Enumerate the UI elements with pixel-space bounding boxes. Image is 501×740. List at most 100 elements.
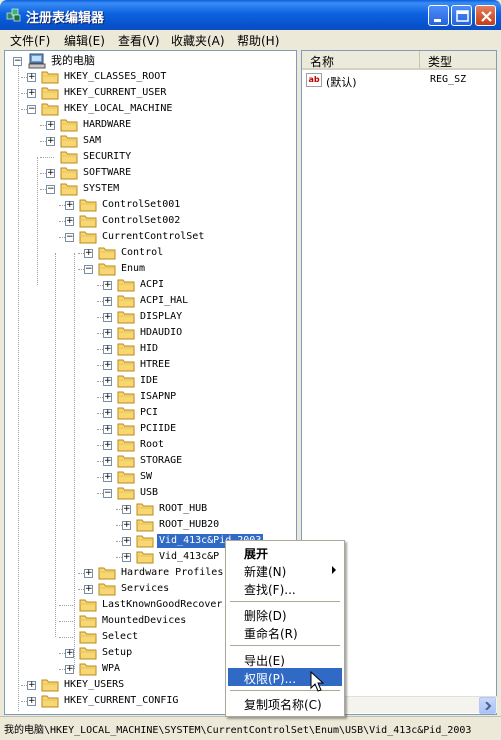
expand-icon[interactable]: + [27,73,36,82]
expand-icon[interactable]: + [122,505,131,514]
tree-node[interactable]: SECURITY [5,149,295,165]
expand-icon[interactable]: + [103,377,112,386]
tree-node-label[interactable]: MountedDevices [100,614,188,628]
tree-node[interactable]: + Root [5,437,295,453]
expand-icon[interactable]: + [27,89,36,98]
menu-help[interactable]: 帮助(H) [237,32,279,49]
expand-icon[interactable]: + [103,473,112,482]
tree-node[interactable]: − USB [5,485,295,501]
expand-icon[interactable]: + [103,313,112,322]
tree-node[interactable]: + HKEY_CLASSES_ROOT [5,69,295,85]
tree-node[interactable]: + DISPLAY [5,309,295,325]
expand-icon[interactable]: + [122,553,131,562]
expand-icon[interactable]: + [65,665,74,674]
value-row[interactable]: ab (默认) REG_SZ [306,72,496,90]
tree-node-label[interactable]: HKEY_CURRENT_USER [62,86,168,100]
tree-node[interactable]: + SOFTWARE [5,165,295,181]
scroll-right-button[interactable] [479,697,496,714]
expand-icon[interactable]: + [65,217,74,226]
expand-icon[interactable]: + [65,201,74,210]
tree-node[interactable]: − HKEY_LOCAL_MACHINE [5,101,295,117]
tree-node-label[interactable]: HKEY_CURRENT_CONFIG [62,694,180,708]
collapse-icon[interactable]: − [65,233,74,242]
tree-node-label[interactable]: ACPI [138,278,166,292]
tree-node-label[interactable]: PCI [138,406,160,420]
expand-icon[interactable]: + [46,169,55,178]
tree-node[interactable]: + ISAPNP [5,389,295,405]
tree-node[interactable]: + ControlSet002 [5,213,295,229]
collapse-icon[interactable]: − [84,265,93,274]
tree-node[interactable]: + SAM [5,133,295,149]
tree-node-label[interactable]: ROOT_HUB [157,502,209,516]
tree-node[interactable]: + HKEY_CURRENT_USER [5,85,295,101]
collapse-icon[interactable]: − [103,489,112,498]
tree-node-label[interactable]: ROOT_HUB20 [157,518,221,532]
expand-icon[interactable]: + [103,329,112,338]
tree-node-label[interactable]: HID [138,342,160,356]
tree-node[interactable]: + PCIIDE [5,421,295,437]
tree-node[interactable]: + ROOT_HUB [5,501,295,517]
expand-icon[interactable]: + [103,409,112,418]
minimize-button[interactable] [428,5,449,26]
column-header-type[interactable]: 类型 [420,51,496,70]
tree-node-label[interactable]: Select [100,630,140,644]
tree-node-label[interactable]: WPA [100,662,122,676]
expand-icon[interactable]: + [84,569,93,578]
tree-node-label[interactable]: Root [138,438,166,452]
tree-node-label[interactable]: HKEY_USERS [62,678,126,692]
expand-icon[interactable]: + [84,585,93,594]
tree-node[interactable]: − Enum [5,261,295,277]
tree-node-label[interactable]: Services [119,582,171,596]
tree-node-label[interactable]: SYSTEM [81,182,121,196]
tree-node-label[interactable]: SAM [81,134,103,148]
expand-icon[interactable]: + [103,297,112,306]
tree-node[interactable]: + HARDWARE [5,117,295,133]
tree-node[interactable]: + STORAGE [5,453,295,469]
expand-icon[interactable]: + [65,649,74,658]
expand-icon[interactable]: + [46,137,55,146]
tree-node[interactable]: + HDAUDIO [5,325,295,341]
menu-export[interactable]: 导出(E) [228,650,342,668]
expand-icon[interactable]: + [103,425,112,434]
tree-node-label[interactable]: HTREE [138,358,172,372]
expand-icon[interactable]: + [27,697,36,706]
expand-icon[interactable]: + [122,537,131,546]
tree-node[interactable]: + ACPI [5,277,295,293]
expand-icon[interactable]: + [103,361,112,370]
menu-new[interactable]: 新建(N) [228,561,342,579]
tree-node-label[interactable]: SECURITY [81,150,133,164]
menu-permissions[interactable]: 权限(P)... [228,668,342,686]
tree-node[interactable]: + HID [5,341,295,357]
menu-file[interactable]: 文件(F) [10,32,50,49]
menu-copy-key-name[interactable]: 复制项名称(C) [228,694,342,712]
expand-icon[interactable]: + [103,393,112,402]
expand-icon[interactable]: + [46,121,55,130]
expand-icon[interactable]: + [103,345,112,354]
tree-node-label[interactable]: HKEY_CLASSES_ROOT [62,70,168,84]
expand-icon[interactable]: + [103,457,112,466]
tree-node[interactable]: + Control [5,245,295,261]
tree-node-label[interactable]: HKEY_LOCAL_MACHINE [62,102,174,116]
tree-node-label[interactable]: ControlSet002 [100,214,182,228]
tree-node[interactable]: − CurrentControlSet [5,229,295,245]
tree-node-label[interactable]: SW [138,470,154,484]
menu-rename[interactable]: 重命名(R) [228,623,342,641]
tree-node-label[interactable]: HDAUDIO [138,326,184,340]
collapse-icon[interactable]: − [27,105,36,114]
expand-icon[interactable]: + [27,681,36,690]
tree-node[interactable]: + IDE [5,373,295,389]
tree-node-label[interactable]: Hardware Profiles [119,566,225,580]
menu-view[interactable]: 查看(V) [118,32,160,49]
tree-node[interactable]: − SYSTEM [5,181,295,197]
tree-node-label[interactable]: ControlSet001 [100,198,182,212]
tree-node-label[interactable]: LastKnownGoodRecover [100,598,224,612]
tree-node[interactable]: + HTREE [5,357,295,373]
menu-delete[interactable]: 删除(D) [228,605,342,623]
tree-node[interactable]: + SW [5,469,295,485]
tree-node-label[interactable]: SOFTWARE [81,166,133,180]
tree-node-label[interactable]: Enum [119,262,147,276]
close-button[interactable] [475,5,496,26]
column-header-name[interactable]: 名称 [302,51,420,70]
tree-node-label[interactable]: USB [138,486,160,500]
tree-node-label[interactable]: ACPI_HAL [138,294,190,308]
